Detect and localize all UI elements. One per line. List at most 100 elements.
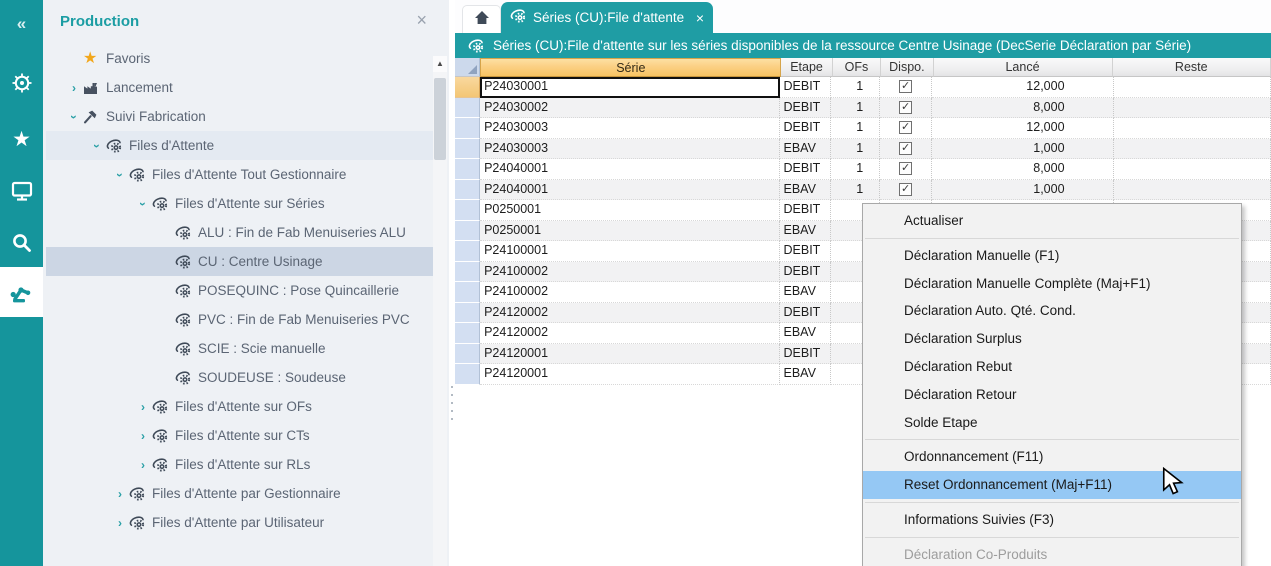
cell-dispo[interactable]: ✓	[880, 180, 932, 201]
sidebar-item-robot-arm[interactable]	[0, 267, 43, 317]
cell-serie[interactable]: P24040001	[480, 180, 779, 201]
row-selector[interactable]	[455, 118, 480, 139]
row-selector[interactable]	[455, 262, 480, 283]
scrollbar-thumb[interactable]	[434, 78, 446, 160]
cell-serie[interactable]: P24040001	[480, 159, 779, 180]
checkbox-checked-icon[interactable]: ✓	[899, 121, 912, 134]
column-header-dispo[interactable]: Dispo.	[881, 58, 933, 77]
row-selector[interactable]	[455, 200, 480, 221]
tree-item-scie-scie-manuelle[interactable]: SCIE : Scie manuelle	[46, 334, 433, 363]
menu-item-d-claration-rebut[interactable]: Déclaration Rebut	[863, 353, 1241, 381]
cell-dispo[interactable]: ✓	[880, 139, 932, 160]
row-selector[interactable]	[455, 323, 480, 344]
row-selector[interactable]	[455, 303, 480, 324]
cell-serie[interactable]: P24030001	[480, 77, 779, 98]
menu-item-actualiser[interactable]: Actualiser	[863, 207, 1241, 235]
cell-lance[interactable]: 1,000	[932, 139, 1113, 160]
cell-reste[interactable]	[1114, 180, 1271, 201]
tree-item-favoris[interactable]: ★Favoris	[46, 44, 433, 73]
row-selector[interactable]	[455, 282, 480, 303]
table-row[interactable]: P24030003DEBIT1✓12,000	[455, 118, 1271, 139]
row-selector[interactable]	[455, 77, 480, 98]
tree-item-files-d-attente-tout-gestionnaire[interactable]: › Files d'Attente Tout Gestionnaire	[46, 160, 433, 189]
scroll-up-icon[interactable]: ▲	[433, 56, 447, 72]
checkbox-checked-icon[interactable]: ✓	[899, 183, 912, 196]
cell-serie[interactable]: P24100002	[480, 282, 779, 303]
cell-etape[interactable]: EBAV	[780, 364, 831, 385]
chevron-right-icon[interactable]: ›	[134, 458, 152, 472]
tree-item-files-d-attente-sur-ofs[interactable]: › Files d'Attente sur OFs	[46, 392, 433, 421]
chevron-down-icon[interactable]: ›	[111, 168, 129, 182]
cell-etape[interactable]: EBAV	[780, 323, 831, 344]
menu-item-reset-ordonnancement-maj-f11[interactable]: Reset Ordonnancement (Maj+F11)	[863, 471, 1241, 499]
tab-active[interactable]: Séries (CU):File d'attente sur les série…	[501, 2, 713, 33]
column-header-ofs[interactable]: OFs	[833, 58, 882, 77]
row-selector[interactable]	[455, 344, 480, 365]
cell-serie[interactable]: P24120001	[480, 364, 779, 385]
cell-serie[interactable]: P24120002	[480, 303, 779, 324]
cell-reste[interactable]	[1114, 118, 1271, 139]
tab-home[interactable]	[462, 5, 501, 34]
row-selector[interactable]	[455, 364, 480, 385]
chevron-down-icon[interactable]: ›	[88, 139, 106, 153]
tree-item-posequinc-pose-quincaillerie[interactable]: POSEQUINC : Pose Quincaillerie	[46, 276, 433, 305]
cell-ofs[interactable]: 1	[831, 180, 880, 201]
cell-etape[interactable]: DEBIT	[780, 118, 831, 139]
cell-serie[interactable]: P24030003	[480, 118, 779, 139]
cell-dispo[interactable]: ✓	[880, 159, 932, 180]
menu-item-d-claration-manuelle-compl-te-maj-f1[interactable]: Déclaration Manuelle Complète (Maj+F1)	[863, 270, 1241, 298]
row-selector[interactable]	[455, 241, 480, 262]
menu-item-ordonnancement-f11[interactable]: Ordonnancement (F11)	[863, 443, 1241, 471]
cell-etape[interactable]: DEBIT	[780, 262, 831, 283]
sidebar-item-monitor[interactable]	[0, 168, 43, 214]
tree-scrollbar[interactable]: ▲	[433, 56, 447, 566]
cell-dispo[interactable]: ✓	[880, 77, 932, 98]
tree-item-cu-centre-usinage[interactable]: CU : Centre Usinage	[46, 247, 433, 276]
chevron-right-icon[interactable]: ›	[134, 429, 152, 443]
cell-reste[interactable]	[1114, 98, 1271, 119]
cell-etape[interactable]: DEBIT	[780, 303, 831, 324]
cell-etape[interactable]: DEBIT	[780, 98, 831, 119]
cell-lance[interactable]: 12,000	[932, 118, 1113, 139]
checkbox-checked-icon[interactable]: ✓	[899, 162, 912, 175]
table-row[interactable]: P24030001DEBIT1✓12,000	[455, 77, 1271, 98]
cell-serie[interactable]: P24030003	[480, 139, 779, 160]
checkbox-checked-icon[interactable]: ✓	[899, 142, 912, 155]
cell-reste[interactable]	[1114, 77, 1271, 98]
select-all-corner[interactable]	[455, 58, 480, 77]
cell-etape[interactable]: EBAV	[780, 180, 831, 201]
sidebar-item-search[interactable]	[0, 220, 43, 266]
tree-item-files-d-attente-sur-rls[interactable]: › Files d'Attente sur RLs	[46, 450, 433, 479]
cell-lance[interactable]: 8,000	[932, 159, 1113, 180]
menu-item-d-claration-auto-qt-cond[interactable]: Déclaration Auto. Qté. Cond.	[863, 297, 1241, 325]
collapse-sidebar-button[interactable]: «	[0, 14, 43, 34]
cell-serie[interactable]: P24120001	[480, 344, 779, 365]
menu-item-d-claration-manuelle-f1[interactable]: Déclaration Manuelle (F1)	[863, 242, 1241, 270]
cell-ofs[interactable]: 1	[831, 98, 880, 119]
cell-reste[interactable]	[1114, 159, 1271, 180]
table-row[interactable]: P24040001EBAV1✓1,000	[455, 180, 1271, 201]
cell-etape[interactable]: EBAV	[780, 221, 831, 242]
cell-ofs[interactable]: 1	[831, 139, 880, 160]
tree-item-alu-fin-de-fab-menuiseries-alu[interactable]: ALU : Fin de Fab Menuiseries ALU	[46, 218, 433, 247]
cell-lance[interactable]: 12,000	[932, 77, 1113, 98]
chevron-right-icon[interactable]: ›	[134, 400, 152, 414]
cell-ofs[interactable]: 1	[831, 159, 880, 180]
cell-etape[interactable]: EBAV	[780, 282, 831, 303]
tree-item-files-d-attente[interactable]: › Files d'Attente	[46, 131, 433, 160]
cell-ofs[interactable]: 1	[831, 77, 880, 98]
cell-dispo[interactable]: ✓	[880, 98, 932, 119]
chevron-right-icon[interactable]: ›	[111, 516, 129, 530]
checkbox-checked-icon[interactable]: ✓	[899, 80, 912, 93]
cell-etape[interactable]: DEBIT	[780, 241, 831, 262]
tree-item-pvc-fin-de-fab-menuiseries-pvc[interactable]: PVC : Fin de Fab Menuiseries PVC	[46, 305, 433, 334]
cell-lance[interactable]: 8,000	[932, 98, 1113, 119]
table-row[interactable]: P24030002DEBIT1✓8,000	[455, 98, 1271, 119]
tree-item-soudeuse-soudeuse[interactable]: SOUDEUSE : Soudeuse	[46, 363, 433, 392]
cell-etape[interactable]: DEBIT	[780, 344, 831, 365]
row-selector[interactable]	[455, 98, 480, 119]
tree-item-lancement[interactable]: › Lancement	[46, 73, 433, 102]
column-header-reste[interactable]: Reste	[1113, 58, 1271, 77]
tab-close-icon[interactable]: ×	[696, 10, 704, 26]
cell-reste[interactable]	[1114, 139, 1271, 160]
